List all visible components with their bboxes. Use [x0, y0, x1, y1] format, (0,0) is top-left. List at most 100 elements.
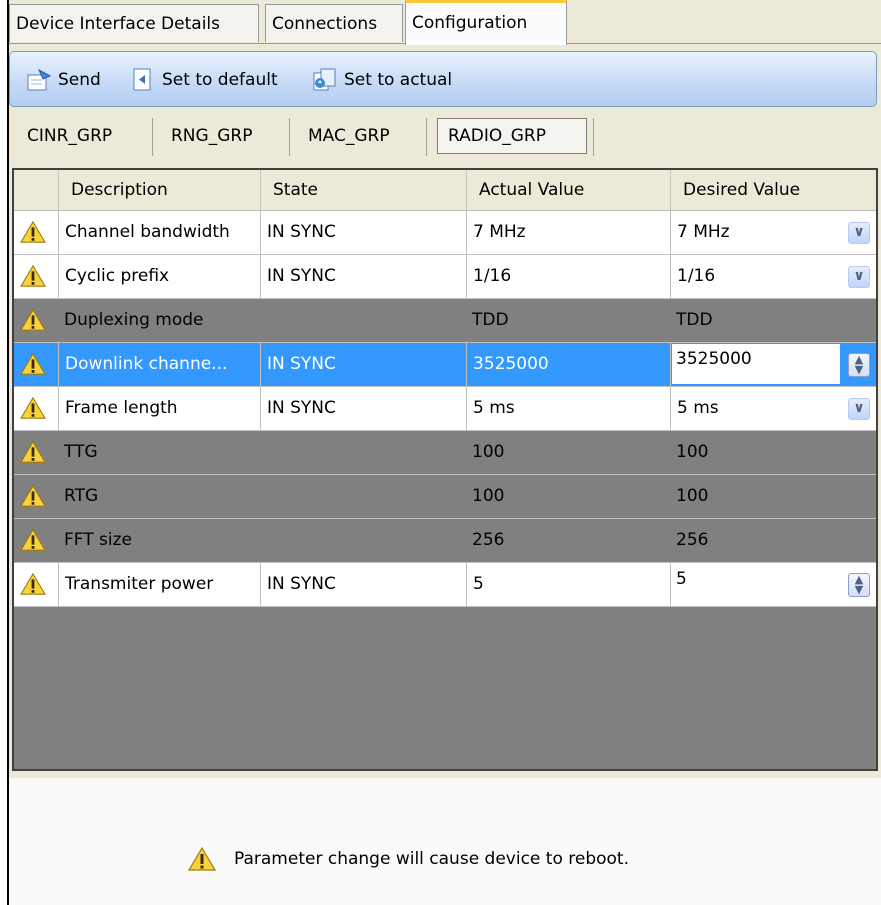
- warning-icon: [20, 484, 46, 508]
- column-header-desired-value[interactable]: Desired Value: [670, 170, 876, 210]
- state-cell: IN SYNC: [260, 343, 466, 386]
- actual-value-cell: 256: [466, 519, 670, 562]
- actual-value-cell: 3525000: [466, 343, 670, 386]
- group-separator: [426, 118, 427, 156]
- cell-text: Frame length: [65, 398, 178, 418]
- cell-text: IN SYNC: [267, 354, 336, 374]
- tab-connections[interactable]: Connections: [265, 4, 403, 42]
- set-actual-label: Set to actual: [344, 70, 453, 90]
- group-label: CINR_GRP: [27, 126, 113, 146]
- description-cell: FFT size: [58, 519, 260, 562]
- tab-label: Connections: [272, 14, 378, 34]
- column-header-description[interactable]: Description: [58, 170, 260, 210]
- state-cell: IN SYNC: [260, 563, 466, 606]
- cell-text: 256: [676, 530, 709, 550]
- spinner-arrows-icon[interactable]: ▲ ▼: [848, 573, 870, 597]
- cell-text: Transmiter power: [65, 574, 214, 594]
- spinner-arrows-icon[interactable]: ▲ ▼: [848, 353, 870, 377]
- cell-text: 100: [676, 442, 709, 462]
- cell-text: RTG: [64, 486, 99, 506]
- notice-area: [9, 778, 881, 905]
- actual-value-cell: 100: [466, 431, 670, 474]
- cell-text: 100: [472, 442, 505, 462]
- warning-icon: [20, 528, 46, 552]
- desired-value-cell[interactable]: 5 ▲ ▼: [670, 563, 876, 606]
- description-cell: Frame length: [58, 387, 260, 430]
- warning-icon: [20, 352, 46, 376]
- table-row[interactable]: Channel bandwidth IN SYNC 7 MHz 7 MHz ∨: [14, 211, 876, 255]
- cell-text: Duplexing mode: [64, 310, 204, 330]
- parameter-grid: Description State Actual Value Desired V…: [12, 168, 878, 771]
- tab-rng-grp[interactable]: RNG_GRP: [161, 113, 262, 159]
- table-row[interactable]: Duplexing mode TDD TDD: [14, 299, 876, 343]
- cell-text: Cyclic prefix: [65, 266, 170, 286]
- actual-value-cell: 7 MHz: [466, 211, 670, 254]
- send-button[interactable]: Send: [26, 65, 101, 95]
- state-cell: [260, 431, 466, 474]
- tab-mac-grp[interactable]: MAC_GRP: [298, 113, 400, 159]
- column-header-state[interactable]: State: [260, 170, 466, 210]
- tab-label: Device Interface Details: [16, 14, 220, 34]
- cell-text: IN SYNC: [267, 398, 336, 418]
- cell-text: 100: [676, 486, 709, 506]
- set-default-label: Set to default: [162, 70, 278, 90]
- warning-icon: [20, 220, 46, 244]
- tab-cinr-grp[interactable]: CINR_GRP: [17, 113, 122, 159]
- desired-value-cell[interactable]: 5 ms ∨: [670, 387, 876, 430]
- chevron-down-icon[interactable]: ∨: [848, 222, 870, 244]
- state-cell: [260, 519, 466, 562]
- description-cell: Downlink channe...: [58, 343, 260, 386]
- description-cell: RTG: [58, 475, 260, 518]
- cell-text: FFT size: [64, 530, 133, 550]
- set-to-actual-button[interactable]: Set to actual: [312, 65, 452, 95]
- state-cell: [260, 475, 466, 518]
- desired-value-input[interactable]: 5: [672, 564, 840, 604]
- desired-value-cell: TDD: [670, 299, 876, 342]
- cell-text: TTG: [64, 442, 98, 462]
- group-separator: [593, 118, 594, 156]
- table-row[interactable]: Transmiter power IN SYNC 5 5 ▲ ▼: [14, 563, 876, 607]
- table-row[interactable]: FFT size 256 256: [14, 519, 876, 563]
- group-label: RNG_GRP: [171, 126, 253, 146]
- table-row[interactable]: Downlink channe... IN SYNC 3525000 3525000 ▲…: [14, 343, 876, 387]
- tab-radio-grp[interactable]: RADIO_GRP: [437, 118, 587, 154]
- group-label: MAC_GRP: [308, 126, 390, 146]
- warning-icon: [20, 440, 46, 464]
- desired-value-cell[interactable]: 7 MHz ∨: [670, 211, 876, 254]
- tab-device-interface-details[interactable]: Device Interface Details: [9, 4, 259, 42]
- cell-text: IN SYNC: [267, 266, 336, 286]
- state-cell: IN SYNC: [260, 387, 466, 430]
- column-label: State: [273, 180, 318, 200]
- send-label: Send: [58, 70, 101, 90]
- column-header-actual-value[interactable]: Actual Value: [466, 170, 670, 210]
- chevron-down-icon[interactable]: ∨: [848, 266, 870, 288]
- table-row[interactable]: Cyclic prefix IN SYNC 1/16 1/16 ∨: [14, 255, 876, 299]
- actual-value-cell: 100: [466, 475, 670, 518]
- set-actual-icon: [312, 67, 338, 93]
- tab-configuration[interactable]: Configuration: [405, 0, 567, 45]
- table-row[interactable]: RTG 100 100: [14, 475, 876, 519]
- toolbar: Send Set to default Set to actual: [9, 51, 877, 107]
- description-cell: TTG: [58, 431, 260, 474]
- actual-value-cell: 5: [466, 563, 670, 606]
- table-row[interactable]: Frame length IN SYNC 5 ms 5 ms ∨: [14, 387, 876, 431]
- desired-value-cell[interactable]: 1/16 ∨: [670, 255, 876, 298]
- cell-text: TDD: [472, 310, 509, 330]
- table-row[interactable]: TTG 100 100: [14, 431, 876, 475]
- group-separator: [152, 118, 153, 156]
- group-label: RADIO_GRP: [448, 126, 546, 146]
- cell-text: TDD: [676, 310, 713, 330]
- cell-text: 256: [472, 530, 505, 550]
- desired-value-cell: 256: [670, 519, 876, 562]
- cell-text: 1/16: [677, 266, 716, 286]
- desired-value-input[interactable]: 3525000: [672, 344, 840, 384]
- desired-value-cell[interactable]: 3525000 ▲ ▼: [670, 343, 876, 386]
- chevron-down-icon[interactable]: ∨: [848, 398, 870, 420]
- warning-icon: [20, 308, 46, 332]
- warning-icon: [20, 396, 46, 420]
- state-cell: [260, 299, 466, 342]
- description-cell: Channel bandwidth: [58, 211, 260, 254]
- actual-value-cell: TDD: [466, 299, 670, 342]
- state-cell: IN SYNC: [260, 211, 466, 254]
- set-to-default-button[interactable]: Set to default: [130, 65, 278, 95]
